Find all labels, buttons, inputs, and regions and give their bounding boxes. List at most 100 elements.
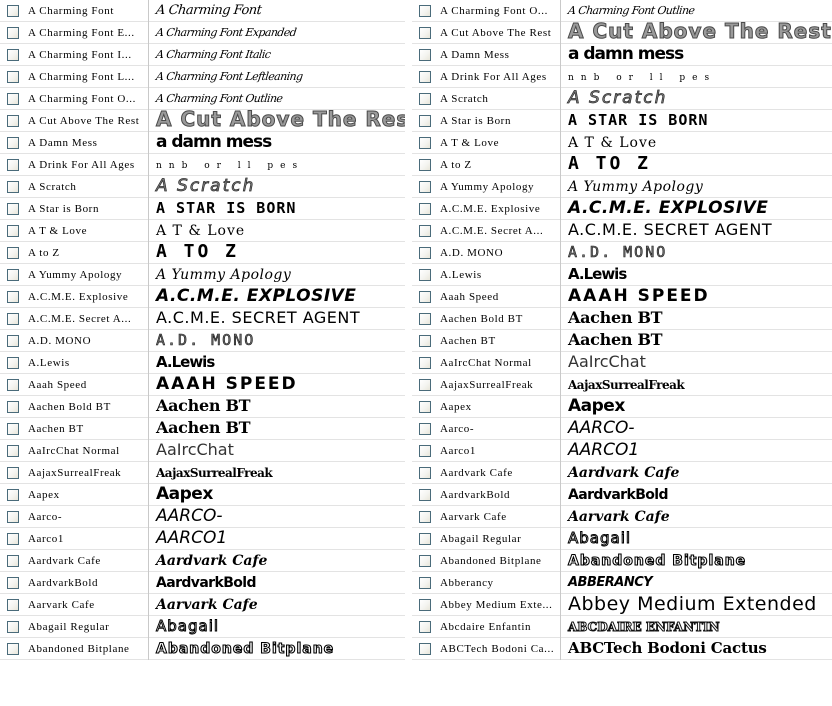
font-row[interactable]: A Charming Font E... A Charming Font Expa…: [0, 21, 405, 44]
checkbox-cell[interactable]: [0, 444, 26, 457]
checkbox-icon[interactable]: [7, 466, 19, 479]
font-row[interactable]: A to Z A TO Z: [412, 153, 832, 176]
checkbox-cell[interactable]: [0, 70, 26, 83]
checkbox-icon[interactable]: [7, 488, 19, 501]
font-row[interactable]: A Damn Mess a damn mess: [412, 43, 832, 66]
checkbox-icon[interactable]: [7, 268, 19, 281]
font-row[interactable]: Abcdaire Enfantin ABCDAIRE ENFANTIN: [412, 615, 832, 638]
font-row[interactable]: AajaxSurrealFreak AajaxSurrealFreak: [0, 461, 405, 484]
font-row[interactable]: Aaah Speed AAAH SPEED: [412, 285, 832, 308]
font-row[interactable]: Aardvark Cafe Aardvark Cafe: [0, 549, 405, 572]
checkbox-icon[interactable]: [419, 202, 431, 215]
checkbox-cell[interactable]: [0, 290, 26, 303]
font-row[interactable]: Abberancy ABBERANCY: [412, 571, 832, 594]
checkbox-cell[interactable]: [0, 510, 26, 523]
checkbox-cell[interactable]: [0, 356, 26, 369]
checkbox-icon[interactable]: [419, 598, 431, 611]
font-row[interactable]: Abbey Medium Exte... Abbey Medium Extende…: [412, 593, 832, 616]
font-row[interactable]: Aarco1 AARCO1: [0, 527, 405, 550]
checkbox-cell[interactable]: [0, 26, 26, 39]
checkbox-icon[interactable]: [419, 620, 431, 633]
checkbox-cell[interactable]: [412, 466, 438, 479]
checkbox-cell[interactable]: [0, 422, 26, 435]
checkbox-icon[interactable]: [7, 26, 19, 39]
checkbox-cell[interactable]: [0, 400, 26, 413]
checkbox-cell[interactable]: [412, 642, 438, 655]
checkbox-icon[interactable]: [7, 224, 19, 237]
font-row[interactable]: A.Lewis A.Lewis: [0, 351, 405, 374]
checkbox-icon[interactable]: [419, 642, 431, 655]
font-row[interactable]: Aapex Aapex: [412, 395, 832, 418]
font-row[interactable]: A.C.M.E. Explosive A.C.M.E. EXPLOSIVE: [0, 285, 405, 308]
font-row[interactable]: Abagail Regular Abagail: [0, 615, 405, 638]
font-row[interactable]: Aarco- AARCO-: [0, 505, 405, 528]
font-row[interactable]: A Charming Font O... A Charming Font Outl…: [0, 87, 405, 110]
checkbox-cell[interactable]: [0, 158, 26, 171]
checkbox-cell[interactable]: [412, 48, 438, 61]
checkbox-cell[interactable]: [0, 92, 26, 105]
font-row[interactable]: A.D. MONO A.D. MONO: [0, 329, 405, 352]
font-row[interactable]: A Star is Born A STAR IS BORN: [0, 197, 405, 220]
checkbox-icon[interactable]: [7, 180, 19, 193]
checkbox-icon[interactable]: [419, 334, 431, 347]
checkbox-cell[interactable]: [0, 598, 26, 611]
checkbox-icon[interactable]: [7, 114, 19, 127]
checkbox-icon[interactable]: [7, 202, 19, 215]
font-list-right-panel[interactable]: A Charming Font O... A Charming Font Outl…: [412, 0, 832, 666]
checkbox-icon[interactable]: [7, 158, 19, 171]
font-row[interactable]: A Charming Font A Charming Font: [0, 0, 405, 22]
font-row[interactable]: Abagail Regular Abagail: [412, 527, 832, 550]
checkbox-cell[interactable]: [0, 136, 26, 149]
checkbox-icon[interactable]: [7, 246, 19, 259]
checkbox-icon[interactable]: [7, 444, 19, 457]
checkbox-cell[interactable]: [0, 312, 26, 325]
checkbox-icon[interactable]: [7, 136, 19, 149]
checkbox-icon[interactable]: [419, 268, 431, 281]
font-row[interactable]: A Star is Born A STAR IS BORN: [412, 109, 832, 132]
font-row[interactable]: Aachen Bold BT Aachen BT: [0, 395, 405, 418]
checkbox-icon[interactable]: [419, 224, 431, 237]
checkbox-cell[interactable]: [412, 334, 438, 347]
checkbox-icon[interactable]: [419, 488, 431, 501]
checkbox-icon[interactable]: [7, 4, 19, 17]
checkbox-cell[interactable]: [0, 620, 26, 633]
checkbox-cell[interactable]: [0, 246, 26, 259]
checkbox-icon[interactable]: [7, 48, 19, 61]
font-row[interactable]: A T & Love A T & Love: [412, 131, 832, 154]
checkbox-cell[interactable]: [412, 532, 438, 545]
checkbox-cell[interactable]: [412, 620, 438, 633]
checkbox-cell[interactable]: [412, 268, 438, 281]
font-row[interactable]: ABCTech Bodoni Ca... ABCTech Bodoni Cactu…: [412, 637, 832, 660]
checkbox-icon[interactable]: [419, 70, 431, 83]
checkbox-icon[interactable]: [419, 26, 431, 39]
checkbox-cell[interactable]: [0, 334, 26, 347]
font-row[interactable]: A Yummy Apology A Yummy Apology: [412, 175, 832, 198]
font-row[interactable]: Aarco1 AARCO1: [412, 439, 832, 462]
checkbox-icon[interactable]: [7, 554, 19, 567]
font-row[interactable]: AardvarkBold AardvarkBold: [412, 483, 832, 506]
checkbox-cell[interactable]: [412, 136, 438, 149]
checkbox-cell[interactable]: [412, 70, 438, 83]
checkbox-cell[interactable]: [0, 202, 26, 215]
font-row[interactable]: Aaah Speed AAAH SPEED: [0, 373, 405, 396]
checkbox-icon[interactable]: [7, 290, 19, 303]
font-row[interactable]: A Damn Mess a damn mess: [0, 131, 405, 154]
font-row[interactable]: A Scratch A Scratch: [412, 87, 832, 110]
checkbox-cell[interactable]: [412, 488, 438, 501]
checkbox-icon[interactable]: [7, 92, 19, 105]
checkbox-cell[interactable]: [412, 290, 438, 303]
checkbox-cell[interactable]: [412, 400, 438, 413]
checkbox-icon[interactable]: [419, 422, 431, 435]
checkbox-cell[interactable]: [0, 576, 26, 589]
checkbox-icon[interactable]: [419, 114, 431, 127]
font-row[interactable]: A Cut Above The Rest A Cut Above The Rest: [412, 21, 832, 44]
checkbox-icon[interactable]: [419, 576, 431, 589]
checkbox-icon[interactable]: [419, 136, 431, 149]
font-row[interactable]: Aarco- AARCO-: [412, 417, 832, 440]
checkbox-cell[interactable]: [412, 356, 438, 369]
checkbox-icon[interactable]: [419, 4, 431, 17]
checkbox-icon[interactable]: [419, 312, 431, 325]
font-row[interactable]: Aarvark Cafe Aarvark Cafe: [412, 505, 832, 528]
checkbox-icon[interactable]: [419, 356, 431, 369]
checkbox-icon[interactable]: [419, 92, 431, 105]
